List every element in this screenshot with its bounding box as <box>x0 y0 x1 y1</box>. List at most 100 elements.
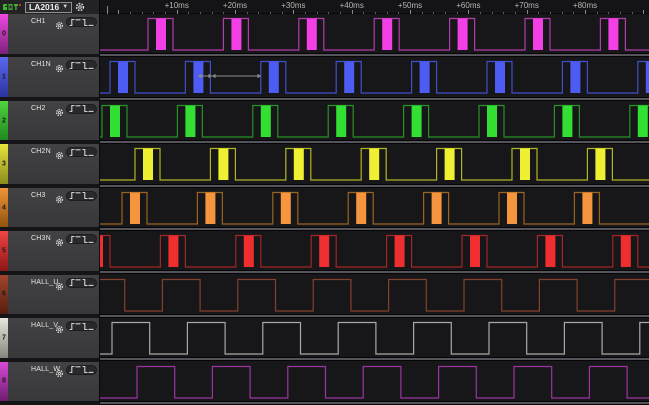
high-level-trigger-icon[interactable] <box>75 104 81 113</box>
channel-gear-icon[interactable] <box>55 234 64 252</box>
channel-gear-icon[interactable] <box>55 104 64 122</box>
trigger-button-group <box>66 104 97 114</box>
waveform-hall_u[interactable] <box>100 275 649 318</box>
timeline-label: +10ms <box>165 1 189 10</box>
waveform-area[interactable] <box>100 14 649 405</box>
low-level-trigger-icon[interactable] <box>88 104 94 113</box>
channel-row-ch1[interactable]: 0CH1 <box>0 14 100 54</box>
rising-edge-trigger-icon[interactable] <box>69 61 75 70</box>
high-level-trigger-icon[interactable] <box>75 18 81 27</box>
logic-analyzer-window: LA2016 ▼ +10ms+20ms+30ms+40ms+50ms+60ms+… <box>0 0 649 405</box>
row-separator <box>100 54 649 56</box>
trigger-button-group <box>66 147 97 157</box>
channel-row-ch3n[interactable]: 5 CH3N <box>0 231 100 271</box>
falling-edge-trigger-icon[interactable] <box>82 61 88 70</box>
channel-name-label[interactable]: CH1 <box>31 18 46 25</box>
trigger-button-group <box>66 321 97 331</box>
channel-name-label[interactable]: CH3 <box>31 192 46 199</box>
high-level-trigger-icon[interactable] <box>75 61 81 70</box>
waveform-ch3[interactable] <box>100 188 649 231</box>
low-level-trigger-icon[interactable] <box>88 235 94 244</box>
toolbar-left: LA2016 ▼ <box>0 0 100 14</box>
rising-edge-trigger-icon[interactable] <box>69 104 75 113</box>
trigger-button-group <box>66 17 97 27</box>
low-level-trigger-icon[interactable] <box>88 191 94 200</box>
channel-color-stripe: 6 <box>0 275 8 315</box>
channel-row-ch3[interactable]: 4 CH3 <box>0 188 100 228</box>
low-level-trigger-icon[interactable] <box>88 18 94 27</box>
high-level-trigger-icon[interactable] <box>75 365 81 374</box>
channel-name-label[interactable]: CH1N <box>31 61 51 68</box>
falling-edge-trigger-icon[interactable] <box>82 104 88 113</box>
channel-panel: 0CH11CH1N2CH2 3 CH2N 4 CH3 5 CH3N 6HALL_U7HALL_… <box>0 14 100 405</box>
channel-gear-icon[interactable] <box>55 60 64 78</box>
channel-row-ch1n[interactable]: 1CH1N <box>0 57 100 97</box>
trigger-button-group <box>66 365 97 375</box>
timeline-label: +50ms <box>398 1 422 10</box>
channel-color-stripe: 5 <box>0 231 8 271</box>
row-separator <box>100 315 649 317</box>
channel-gear-icon[interactable] <box>55 365 64 383</box>
high-level-trigger-icon[interactable] <box>75 278 81 287</box>
channel-color-stripe: 8 <box>0 362 8 402</box>
channel-row-hall_w[interactable]: 8HALL_W <box>0 362 100 402</box>
high-level-trigger-icon[interactable] <box>75 235 81 244</box>
waveform-ch2[interactable] <box>100 101 649 144</box>
device-selector[interactable]: LA2016 ▼ <box>25 2 72 13</box>
channel-row-hall_u[interactable]: 6HALL_U <box>0 275 100 315</box>
low-level-trigger-icon[interactable] <box>88 148 94 157</box>
waveform-ch3n[interactable] <box>100 231 649 274</box>
channel-color-stripe: 4 <box>0 188 8 228</box>
waveform-hall_w[interactable] <box>100 362 649 405</box>
rising-edge-trigger-icon[interactable] <box>69 235 75 244</box>
channel-gear-icon[interactable] <box>55 191 64 209</box>
high-level-trigger-icon[interactable] <box>75 322 81 331</box>
trigger-button-group <box>66 191 97 201</box>
row-separator <box>100 141 649 143</box>
waveform-ch1[interactable] <box>100 14 649 57</box>
low-level-trigger-icon[interactable] <box>88 365 94 374</box>
low-level-trigger-icon[interactable] <box>88 278 94 287</box>
channel-gear-icon[interactable] <box>55 147 64 165</box>
channel-gear-icon[interactable] <box>55 321 64 339</box>
rising-edge-trigger-icon[interactable] <box>69 191 75 200</box>
channel-row-hall_v[interactable]: 7HALL_V <box>0 318 100 358</box>
timeline-ruler[interactable]: +10ms+20ms+30ms+40ms+50ms+60ms+70ms+80ms <box>100 0 649 14</box>
waveform-ch1n[interactable] <box>100 57 649 100</box>
falling-edge-trigger-icon[interactable] <box>82 365 88 374</box>
low-level-trigger-icon[interactable] <box>88 322 94 331</box>
channel-gear-icon[interactable] <box>55 278 64 296</box>
low-level-trigger-icon[interactable] <box>88 61 94 70</box>
falling-edge-trigger-icon[interactable] <box>82 18 88 27</box>
channel-row-ch2[interactable]: 2CH2 <box>0 101 100 141</box>
falling-edge-trigger-icon[interactable] <box>82 235 88 244</box>
channel-name-label[interactable]: CH2 <box>31 105 46 112</box>
timeline-label: +30ms <box>281 1 305 10</box>
high-level-trigger-icon[interactable] <box>75 191 81 200</box>
rising-edge-trigger-icon[interactable] <box>69 148 75 157</box>
falling-edge-trigger-icon[interactable] <box>82 191 88 200</box>
waveform-ch2n[interactable] <box>100 144 649 187</box>
settings-gear-icon[interactable] <box>75 2 85 12</box>
device-name-label: LA2016 <box>29 3 59 12</box>
falling-edge-trigger-icon[interactable] <box>82 322 88 331</box>
channel-name-label[interactable]: CH2N <box>31 148 51 155</box>
rising-edge-trigger-icon[interactable] <box>69 365 75 374</box>
channel-row-ch2n[interactable]: 3 CH2N <box>0 144 100 184</box>
falling-edge-trigger-icon[interactable] <box>82 278 88 287</box>
channel-gear-icon[interactable] <box>55 17 64 35</box>
rising-edge-trigger-icon[interactable] <box>69 322 75 331</box>
row-separator <box>100 228 649 230</box>
timeline-label: +40ms <box>340 1 364 10</box>
toolbar: LA2016 ▼ +10ms+20ms+30ms+40ms+50ms+60ms+… <box>0 0 649 14</box>
falling-edge-trigger-icon[interactable] <box>82 148 88 157</box>
rising-edge-trigger-icon[interactable] <box>69 18 75 27</box>
channel-name-label[interactable]: CH3N <box>31 235 51 242</box>
row-separator <box>100 98 649 100</box>
row-separator <box>100 358 649 360</box>
channel-number: 6 <box>0 291 8 298</box>
rising-edge-trigger-icon[interactable] <box>69 278 75 287</box>
waveform-hall_v[interactable] <box>100 318 649 361</box>
channel-number: 3 <box>0 161 8 168</box>
high-level-trigger-icon[interactable] <box>75 148 81 157</box>
